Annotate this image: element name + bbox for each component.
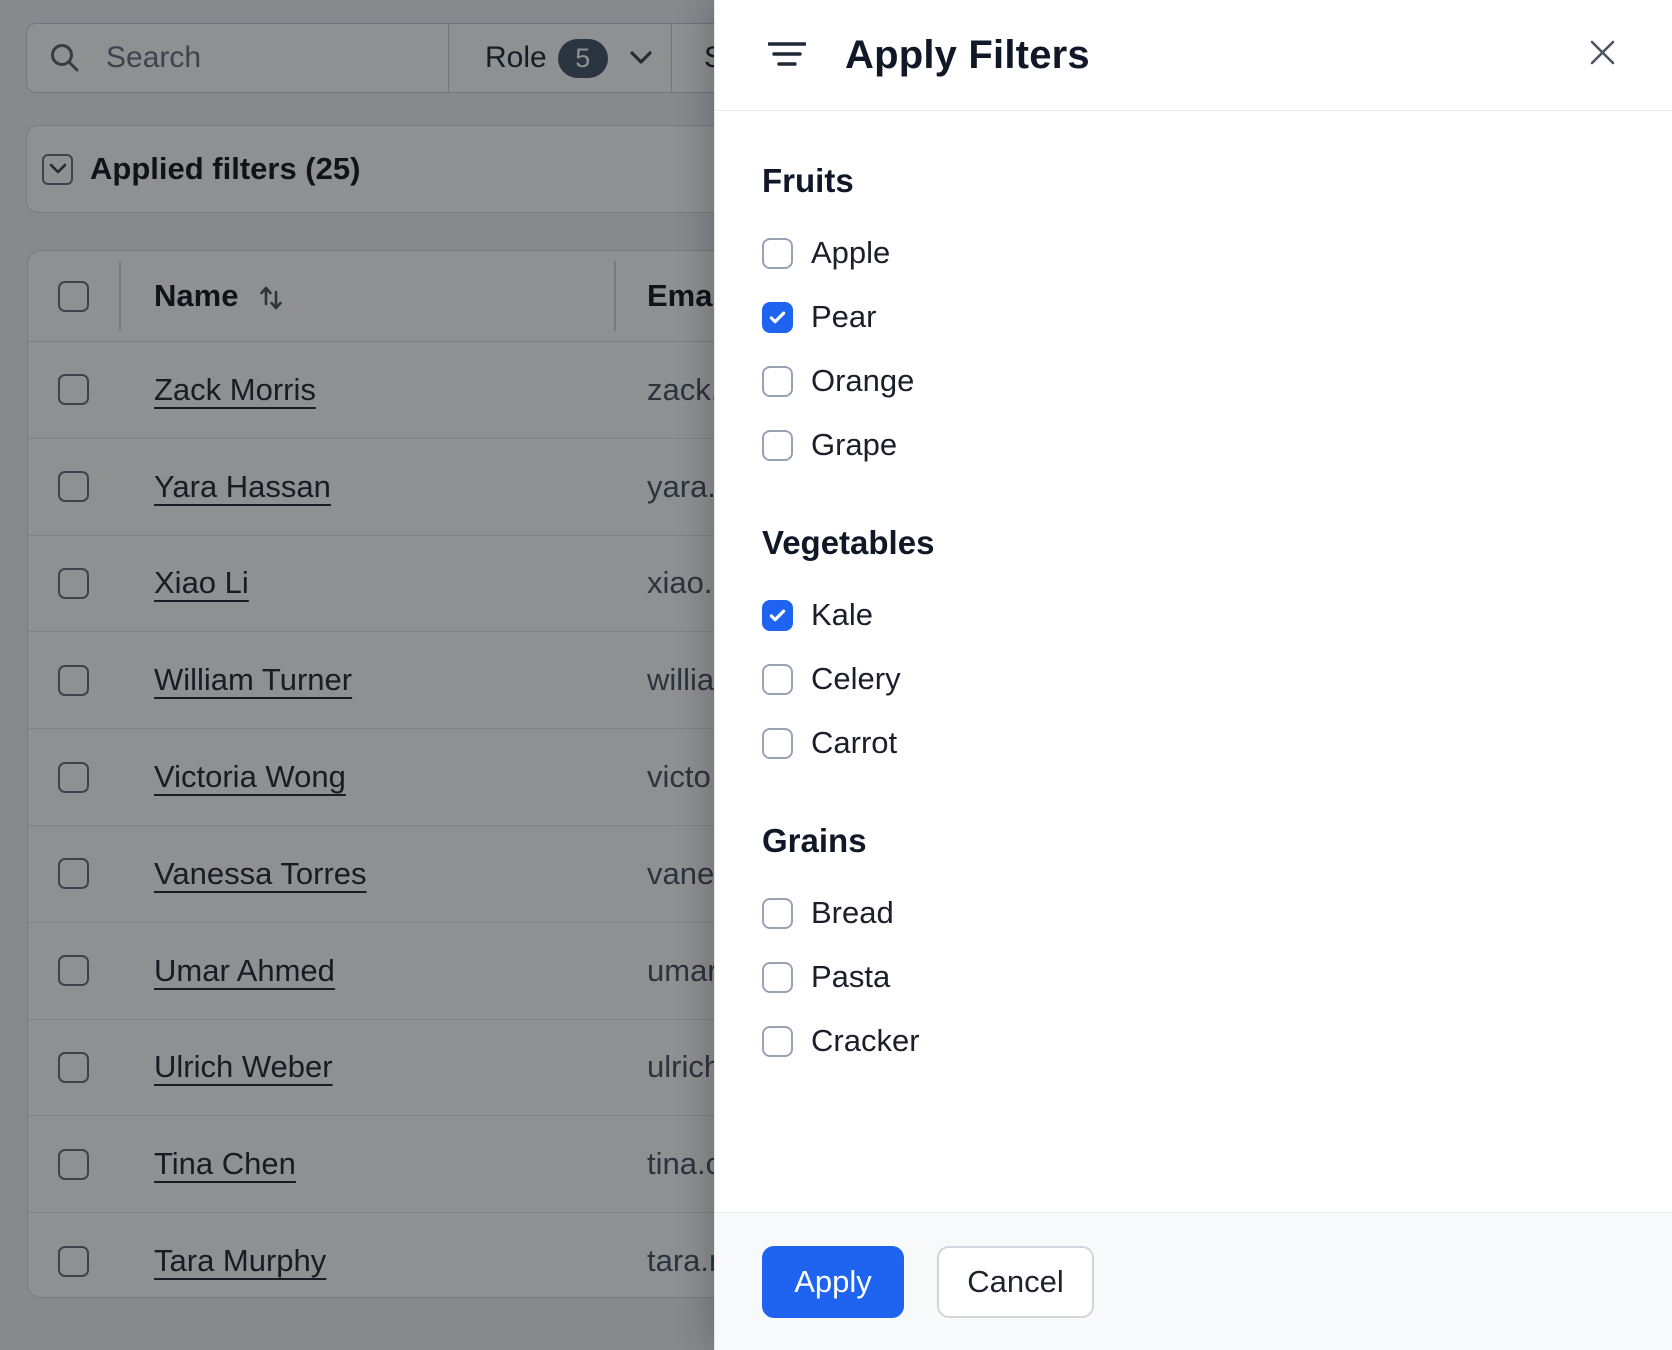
checkbox-unchecked[interactable] xyxy=(762,663,793,695)
checkbox-unchecked[interactable] xyxy=(762,961,793,993)
filter-option-orange[interactable]: Orange xyxy=(762,349,1632,413)
checkbox-unchecked[interactable] xyxy=(762,429,793,461)
filter-option-label: Apple xyxy=(811,235,891,270)
filter-option-carrot[interactable]: Carrot xyxy=(762,711,1632,775)
filter-section-heading: Vegetables xyxy=(762,524,935,561)
filter-section-grains: Grains Bread Pasta Cracker xyxy=(762,821,1632,1073)
filter-section-heading: Grains xyxy=(762,822,867,859)
filter-icon xyxy=(768,40,806,70)
filter-option-label: Pear xyxy=(811,299,877,334)
filter-option-cracker[interactable]: Cracker xyxy=(762,1009,1632,1073)
filter-option-kale[interactable]: Kale xyxy=(762,583,1632,647)
apply-button[interactable]: Apply xyxy=(762,1245,904,1318)
filter-option-grape[interactable]: Grape xyxy=(762,413,1632,477)
filter-section-fruits: Fruits Apple Pear Orange Grape xyxy=(762,161,1632,477)
filter-option-label: Celery xyxy=(811,661,901,696)
filter-option-label: Bread xyxy=(811,895,894,930)
checkbox-checked[interactable] xyxy=(762,301,793,333)
filter-option-apple[interactable]: Apple xyxy=(762,221,1632,285)
panel-title: Apply Filters xyxy=(845,32,1090,77)
panel-header: Apply Filters xyxy=(715,0,1672,111)
filter-option-label: Grape xyxy=(811,427,898,462)
filter-option-bread[interactable]: Bread xyxy=(762,881,1632,945)
filter-option-label: Kale xyxy=(811,597,874,632)
checkmark-icon xyxy=(769,311,786,323)
filter-section-heading: Fruits xyxy=(762,162,854,199)
checkbox-unchecked[interactable] xyxy=(762,1025,793,1057)
screen: Role 5 S Applied filters (25) xyxy=(0,0,1672,1350)
filter-option-celery[interactable]: Celery xyxy=(762,647,1632,711)
checkmark-icon xyxy=(769,609,786,621)
filter-option-pasta[interactable]: Pasta xyxy=(762,945,1632,1009)
checkbox-checked[interactable] xyxy=(762,599,793,631)
filter-sections: Fruits Apple Pear Orange Grape Vegetables Kale… xyxy=(715,111,1672,1073)
cancel-button[interactable]: Cancel xyxy=(937,1245,1094,1318)
panel-footer: Apply Cancel xyxy=(715,1212,1672,1350)
checkbox-unchecked[interactable] xyxy=(762,727,793,759)
checkbox-unchecked[interactable] xyxy=(762,237,793,269)
filter-option-label: Orange xyxy=(811,363,915,398)
filter-option-label: Carrot xyxy=(811,725,898,760)
filter-option-pear[interactable]: Pear xyxy=(762,285,1632,349)
filter-option-label: Cracker xyxy=(811,1023,920,1058)
close-icon xyxy=(1590,40,1614,64)
apply-filters-panel: Apply Filters Fruits Apple Pear Orange Grape… xyxy=(714,0,1672,1350)
checkbox-unchecked[interactable] xyxy=(762,897,793,929)
filter-section-vegetables: Vegetables Kale Celery Carrot xyxy=(762,523,1632,775)
checkbox-unchecked[interactable] xyxy=(762,365,793,397)
filter-option-label: Pasta xyxy=(811,959,891,994)
close-button[interactable] xyxy=(1582,32,1622,72)
